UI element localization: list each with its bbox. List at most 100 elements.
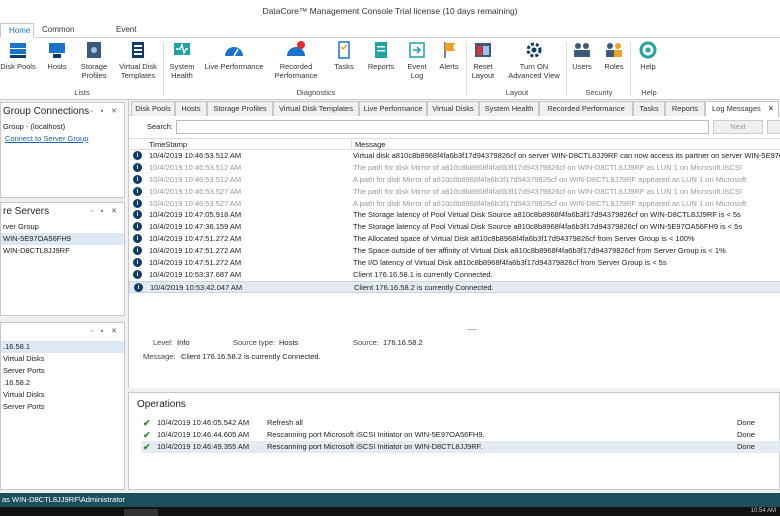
- doc-tab-tasks[interactable]: Tasks: [633, 101, 665, 116]
- doc-tab-virtual-disk-templates[interactable]: Virtual Disk Templates: [273, 101, 359, 116]
- virtual-disk-templates-label: Virtual Disk Templates: [119, 62, 157, 80]
- tab-event-actions[interactable]: Event Actions: [108, 23, 172, 48]
- table-row[interactable]: i 10/4/2019 10:46:53.512 AM A path for dis…: [129, 174, 780, 186]
- close-icon[interactable]: ✕: [768, 102, 774, 116]
- tree-item[interactable]: rver Group: [1, 221, 124, 233]
- tree-item[interactable]: Virtual Disks: [1, 353, 124, 365]
- taskbar-app-button[interactable]: [124, 509, 158, 516]
- taskbar-clock: 10:54 AM: [750, 508, 776, 514]
- check-icon: ✔: [143, 418, 151, 428]
- users-label: Users: [572, 62, 592, 71]
- hosts-button[interactable]: Hosts: [40, 40, 74, 86]
- tree-item[interactable]: .16.58.2: [1, 377, 124, 389]
- doc-tab-log-messages[interactable]: Log Messages ✕: [705, 101, 779, 117]
- help-button[interactable]: Help: [634, 40, 662, 86]
- doc-tab-disk-pools[interactable]: Disk Pools: [131, 101, 175, 116]
- message-cell: The Allocated space of Virtual Disk a810…: [353, 234, 695, 244]
- advanced-view-button[interactable]: Turn ON Advanced View: [504, 40, 564, 86]
- ribbon-separator: [630, 42, 631, 96]
- table-row[interactable]: i 10/4/2019 10:47:51.272 AM The Space outs…: [129, 245, 780, 257]
- reports-button[interactable]: Reports: [364, 40, 398, 86]
- table-row[interactable]: i 10/4/2019 10:47:05.918 AM The Storage la…: [129, 209, 780, 221]
- column-header-message[interactable]: Message: [351, 139, 780, 150]
- reset-layout-button[interactable]: Reset Layout: [468, 40, 498, 86]
- message-cell: Client 176.16.58.1 is currently Connecte…: [353, 269, 493, 279]
- timestamp-cell: 10/4/2019 10:47:51.272 AM: [149, 234, 242, 244]
- previous-button[interactable]: [767, 120, 780, 134]
- doc-tab-storage-profiles[interactable]: Storage Profiles: [207, 101, 273, 116]
- column-header-timestamp[interactable]: TimeStamp: [149, 139, 187, 150]
- log-grid: TimeStamp Message i 10/4/2019 10:46:53.51…: [129, 138, 780, 293]
- tree-item[interactable]: Server Ports: [1, 365, 124, 377]
- info-icon: i: [133, 186, 142, 196]
- doc-tab-reports[interactable]: Reports: [665, 101, 705, 116]
- operation-row[interactable]: ✔ 10/4/2019 10:46:44.605 AM Rescanning por…: [141, 429, 780, 441]
- alerts-button[interactable]: Alerts: [434, 40, 464, 86]
- next-button[interactable]: Next: [713, 120, 763, 134]
- doc-tab-hosts[interactable]: Hosts: [175, 101, 207, 116]
- advanced-view-icon: [526, 42, 542, 58]
- group-connections-title: Group Connections: [3, 106, 90, 117]
- table-row[interactable]: i 10/4/2019 10:46:53.527 AM The path for d…: [129, 186, 780, 198]
- table-row[interactable]: i 10/4/2019 10:46:53.512 AM The path for d…: [129, 162, 780, 174]
- table-row[interactable]: i 10/4/2019 10:46:53.527 AM A path for dis…: [129, 198, 780, 210]
- ribbon-group-lists: Lists: [74, 88, 90, 97]
- table-row[interactable]: i 10/4/2019 10:47:36.159 AM The Storage la…: [129, 221, 780, 233]
- tree-item[interactable]: Server Ports: [1, 401, 124, 413]
- tasks-button[interactable]: Tasks: [330, 40, 358, 86]
- hosts-panel: ▫ ▪ ✕ .16.58.1 Virtual Disks Server Port…: [0, 322, 125, 490]
- table-row[interactable]: i 10/4/2019 10:46:53.512 AM Virtual disk a…: [129, 150, 780, 162]
- tree-item[interactable]: Virtual Disks: [1, 389, 124, 401]
- tree-item[interactable]: WIN-D8CTL8JJ9RF: [1, 245, 124, 257]
- tree-item[interactable]: .16.58.1: [1, 341, 124, 353]
- storage-profiles-button[interactable]: Storage Profiles: [76, 40, 112, 86]
- event-log-button[interactable]: Event Log: [402, 40, 432, 86]
- table-row[interactable]: i 10/4/2019 10:53:37.687 AM Client 176.16.…: [129, 269, 780, 281]
- message-cell: The I/O latency of Virtual Disk a810c8b8…: [353, 258, 667, 268]
- message-cell: Client 176.16.58.2 is currently Connecte…: [354, 282, 494, 292]
- operation-row[interactable]: ✔ 10/4/2019 10:46:05.542 AM Refresh all Don…: [141, 417, 780, 429]
- live-performance-button[interactable]: Live Performance: [202, 40, 266, 86]
- operation-status: Done: [737, 418, 755, 427]
- panel-pin-close-icon[interactable]: ▫ ▪ ✕: [90, 203, 120, 221]
- tab-home[interactable]: Home: [0, 23, 34, 38]
- doc-tab-recorded-performance[interactable]: Recorded Performance: [539, 101, 633, 116]
- doc-tab-live-performance[interactable]: Live Performance: [359, 101, 427, 116]
- detail-source-type-value: Hosts: [279, 338, 299, 347]
- connect-to-server-group-link[interactable]: Connect to Server Group: [1, 133, 124, 145]
- table-row[interactable]: i 10/4/2019 10:53:42.047 AM Client 176.16.…: [129, 280, 780, 293]
- users-button[interactable]: Users: [568, 40, 596, 86]
- info-icon: i: [133, 151, 142, 160]
- table-row[interactable]: i 10/4/2019 10:47:51.272 AM The Allocated …: [129, 233, 780, 245]
- message-cell: The Storage latency of Pool Virtual Disk…: [353, 222, 743, 232]
- doc-tab-system-health[interactable]: System Health: [479, 101, 539, 116]
- roles-label: Roles: [604, 62, 624, 71]
- system-health-button[interactable]: System Health: [166, 40, 198, 86]
- panel-pin-close-icon[interactable]: ▫ ▪ ✕: [90, 323, 120, 341]
- operation-row[interactable]: ✔ 10/4/2019 10:46:49.355 AM Rescanning por…: [141, 441, 780, 453]
- info-icon: i: [133, 210, 142, 220]
- table-row[interactable]: i 10/4/2019 10:47:51.272 AM The I/O latenc…: [129, 257, 780, 269]
- tasks-label: Tasks: [334, 62, 354, 71]
- server-group-item[interactable]: Group - (localhost): [1, 121, 124, 133]
- detail-message-value: Client 176.16.58.2 is currently Connecte…: [181, 352, 321, 361]
- storage-profiles-label: Storage Profiles: [80, 62, 108, 80]
- panel-pin-close-icon[interactable]: ▫ ▪ ✕: [90, 103, 120, 121]
- tab-common-actions[interactable]: Common Actions: [34, 23, 108, 48]
- doc-tab-virtual-disks[interactable]: Virtual Disks: [427, 101, 479, 116]
- detail-source-label: Source:: [353, 338, 379, 347]
- alerts-label: Alerts: [439, 62, 459, 71]
- log-rows: i 10/4/2019 10:46:53.512 AM Virtual disk a…: [129, 150, 780, 293]
- tree-item[interactable]: WIN-5E97OA56FH9: [1, 233, 124, 245]
- disk-pools-button[interactable]: Disk Pools: [0, 40, 36, 86]
- ribbon-group-layout: Layout: [505, 88, 529, 97]
- reset-layout-label: Reset Layout: [471, 62, 495, 80]
- roles-button[interactable]: Roles: [600, 40, 628, 86]
- operations-title: Operations: [137, 399, 186, 410]
- virtual-disk-templates-button[interactable]: Virtual Disk Templates: [116, 40, 160, 86]
- recorded-performance-button[interactable]: Recorded Performance: [268, 40, 324, 86]
- info-icon: i: [133, 246, 142, 256]
- ribbon-group-help: Help: [641, 88, 657, 97]
- search-input[interactable]: [176, 120, 709, 134]
- splitter-handle[interactable]: ....: [467, 322, 477, 332]
